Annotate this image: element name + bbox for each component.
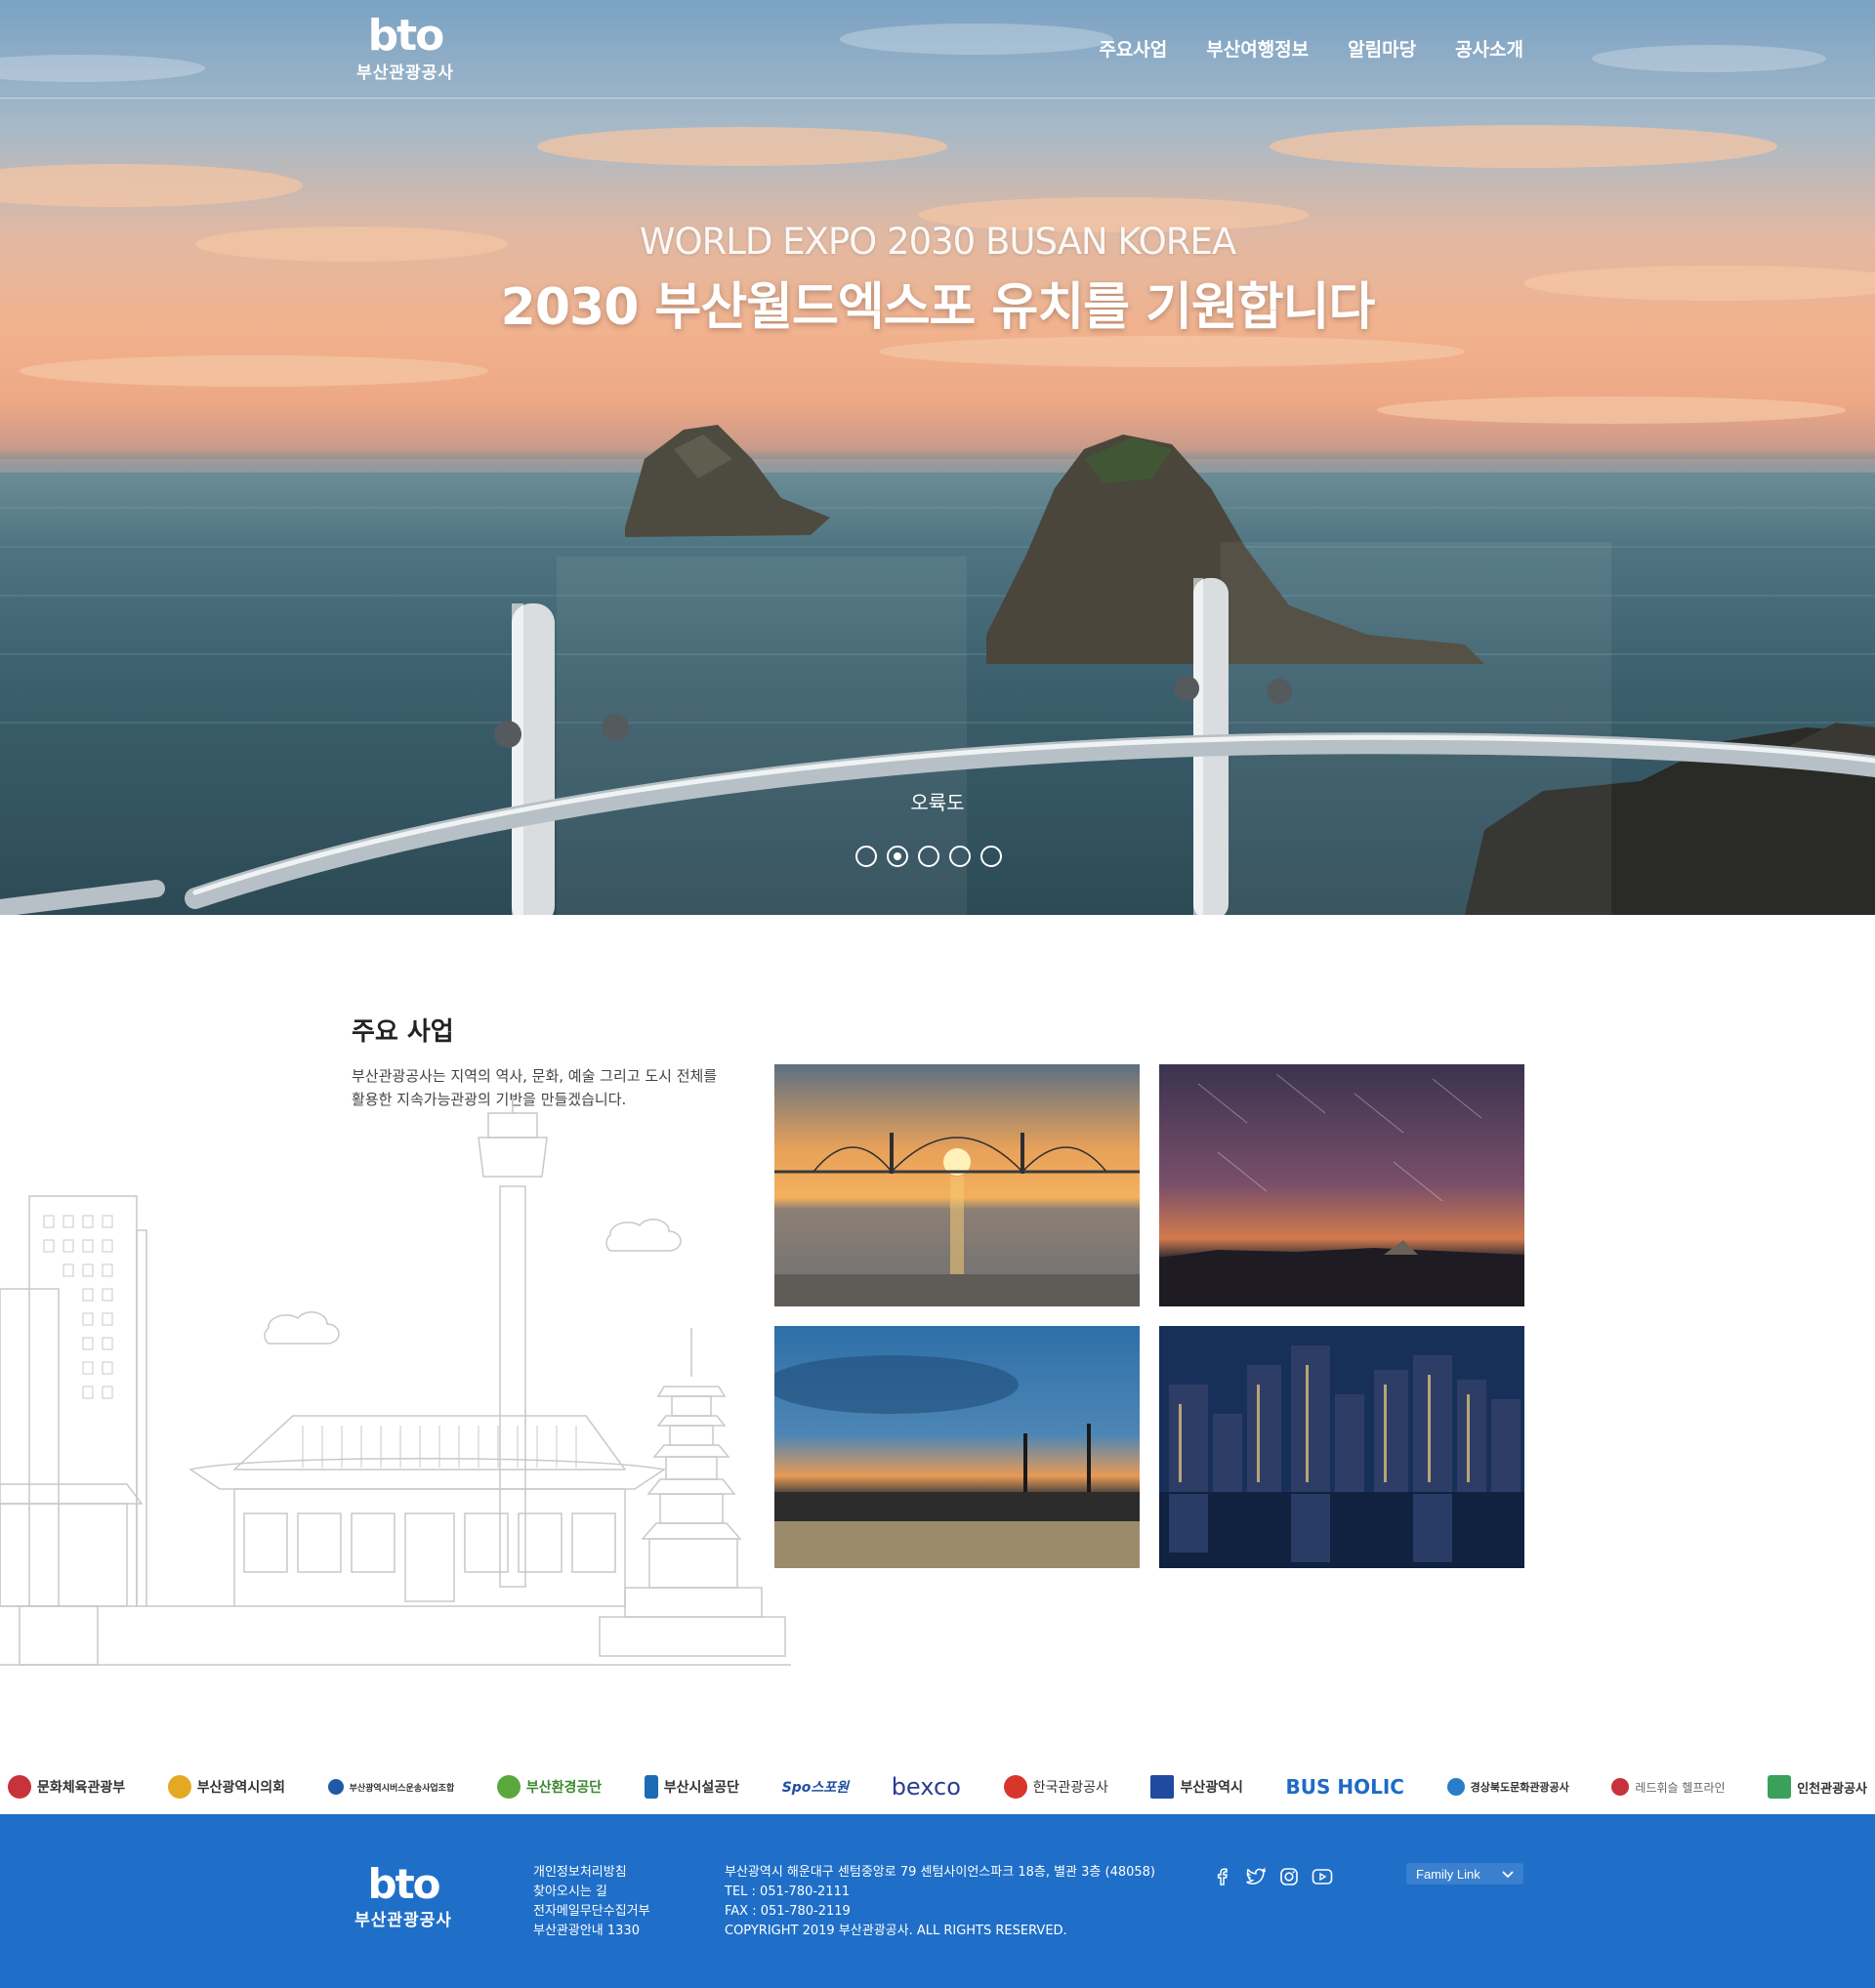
footer-link-directions[interactable]: 찾아오시는 길 <box>533 1883 650 1902</box>
slider-dot-4[interactable] <box>949 846 971 867</box>
site-footer: bto 부산관광공사 개인정보처리방침 찾아오시는 길 전자메일무단수집거부 부… <box>0 1814 1875 1988</box>
gallery-image-city-night <box>1159 1326 1524 1568</box>
hero-slider: bto 부산관광공사 주요사업 부산여행정보 알림마당 공사소개 WORLD E… <box>0 0 1875 915</box>
footer-link-email-policy[interactable]: 전자메일무단수집거부 <box>533 1902 650 1922</box>
partner-link[interactable]: 인천관광공사 <box>1768 1775 1867 1799</box>
partner-name: 문화체육관광부 <box>37 1780 126 1796</box>
partner-link[interactable]: 부산광역시 <box>1150 1775 1243 1799</box>
business-gallery <box>774 1064 1524 1568</box>
partner-logo-icon <box>327 1779 344 1795</box>
partner-name: 부산환경공단 <box>525 1780 603 1796</box>
partner-logo-icon <box>1003 1775 1027 1799</box>
partner-logo-icon <box>167 1775 191 1799</box>
gallery-image-star-trail <box>1159 1064 1524 1306</box>
section-title: 주요 사업 <box>352 1017 454 1047</box>
twitter-icon[interactable] <box>1244 1865 1268 1888</box>
nav-item-notice[interactable]: 알림마당 <box>1348 35 1416 62</box>
logo-name: 부산관광공사 <box>356 63 454 83</box>
footer-logo-name: 부산관광공사 <box>354 1911 452 1930</box>
hero-title: 2030 부산월드엑스포 유치를 기원합니다 <box>500 278 1376 337</box>
slider-pagination <box>855 846 1002 867</box>
busan-landmark-illustration <box>0 1094 791 1666</box>
slider-dot-1[interactable] <box>855 846 877 867</box>
partner-link[interactable]: 부산시설공단 <box>644 1775 740 1799</box>
gallery-image-sunset-observatory <box>774 1326 1140 1568</box>
footer-social-links <box>1211 1865 1334 1888</box>
partner-link[interactable]: 부산환경공단 <box>496 1775 603 1799</box>
nav-item-travel-info[interactable]: 부산여행정보 <box>1206 35 1309 62</box>
gallery-item-4[interactable] <box>1159 1326 1524 1568</box>
partner-logo-icon <box>8 1775 31 1799</box>
partner-logos: 문화체육관광부 부산광역시의회 부산광역시버스운송사업조합 부산환경공단 부산시… <box>0 1758 1875 1816</box>
partner-link[interactable]: 경상북도문화관광공사 <box>1446 1778 1569 1796</box>
gallery-item-1[interactable] <box>774 1064 1140 1306</box>
partner-logo-icon <box>644 1775 658 1799</box>
slider-dot-3[interactable] <box>918 846 939 867</box>
partner-link[interactable]: 한국관광공사 <box>1003 1775 1108 1799</box>
partner-name: 한국관광공사 <box>1032 1780 1108 1796</box>
gallery-item-3[interactable] <box>774 1326 1140 1568</box>
instagram-icon[interactable] <box>1277 1865 1301 1888</box>
hero-background-image <box>0 23 1875 915</box>
partner-logo-icon <box>1446 1778 1465 1796</box>
partner-name: 부산광역시버스운송사업조합 <box>349 1783 455 1794</box>
footer-copyright: COPYRIGHT 2019 부산관광공사. ALL RIGHTS RESERV… <box>725 1924 1067 1938</box>
header-divider <box>0 98 1875 99</box>
section-description-line: 부산관광공사는 지역의 역사, 문화, 예술 그리고 도시 전체를 <box>352 1067 718 1085</box>
partner-link[interactable]: Spo스포원 <box>782 1777 849 1797</box>
partner-name: bexco <box>891 1773 961 1801</box>
partner-name: 부산광역시 <box>1180 1780 1243 1796</box>
partner-logo-icon <box>496 1775 521 1799</box>
nav-item-about[interactable]: 공사소개 <box>1455 35 1523 62</box>
footer-link-privacy[interactable]: 개인정보처리방침 <box>533 1863 650 1883</box>
partner-name: 레드휘슬 헬프라인 <box>1635 1780 1726 1795</box>
partner-logo-icon <box>1611 1778 1630 1796</box>
youtube-icon[interactable] <box>1311 1865 1334 1888</box>
main-navigation: 주요사업 부산여행정보 알림마당 공사소개 <box>1099 35 1523 62</box>
hero-subtitle: WORLD EXPO 2030 BUSAN KOREA <box>639 221 1236 263</box>
slider-dot-2[interactable] <box>887 846 908 867</box>
site-logo[interactable]: bto 부산관광공사 <box>352 11 459 84</box>
family-link-label: Family Link <box>1416 1866 1480 1882</box>
gallery-item-2[interactable] <box>1159 1064 1524 1306</box>
chevron-down-icon <box>1502 1867 1514 1882</box>
partner-name: 부산광역시의회 <box>196 1780 285 1796</box>
partner-logo-icon <box>1150 1775 1175 1799</box>
logo-mark: bto <box>367 11 445 61</box>
footer-logo-mark: bto <box>367 1860 441 1908</box>
footer-logo[interactable]: bto 부산관광공사 <box>352 1860 455 1931</box>
gallery-image-bridge-sunset <box>774 1064 1140 1306</box>
partner-name: Spo스포원 <box>781 1780 850 1796</box>
footer-tel: TEL : 051-780-2111 <box>725 1884 851 1899</box>
nav-item-main-business[interactable]: 주요사업 <box>1099 35 1167 62</box>
partner-link[interactable]: BUS HOLIC <box>1286 1775 1404 1799</box>
partner-link[interactable]: bexco <box>892 1773 961 1801</box>
partner-name: 부산시설공단 <box>663 1780 740 1796</box>
partner-link[interactable]: 부산광역시의회 <box>167 1775 285 1799</box>
partner-logo-icon <box>1768 1775 1792 1799</box>
slider-dot-5[interactable] <box>980 846 1002 867</box>
footer-address: 부산광역시 해운대구 센텀중앙로 79 센텀사이언스파크 18층, 별관 3층 … <box>725 1865 1156 1880</box>
facebook-icon[interactable] <box>1211 1865 1234 1888</box>
slide-caption: 오륙도 <box>910 791 965 814</box>
partner-name: 경상북도문화관광공사 <box>1470 1781 1569 1794</box>
footer-fax: FAX : 051-780-2119 <box>725 1904 851 1919</box>
family-link-select[interactable]: Family Link <box>1406 1863 1523 1884</box>
partner-link[interactable]: 레드휘슬 헬프라인 <box>1611 1778 1726 1796</box>
partner-name: 인천관광공사 <box>1797 1781 1867 1797</box>
partner-link[interactable]: 문화체육관광부 <box>8 1775 125 1799</box>
footer-link-tourist-info[interactable]: 부산관광안내 1330 <box>533 1922 650 1941</box>
partner-name: BUS HOLIC <box>1285 1775 1404 1799</box>
partner-link[interactable]: 부산광역시버스운송사업조합 <box>327 1779 455 1795</box>
footer-links: 개인정보처리방침 찾아오시는 길 전자메일무단수집거부 부산관광안내 1330 <box>533 1863 650 1941</box>
footer-info: 부산광역시 해운대구 센텀중앙로 79 센텀사이언스파크 18층, 별관 3층 … <box>725 1863 1155 1941</box>
